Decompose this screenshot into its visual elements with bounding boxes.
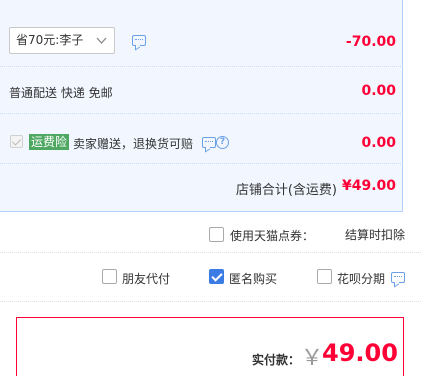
divider xyxy=(0,301,421,302)
chevron-down-icon xyxy=(96,28,107,62)
divider xyxy=(0,113,403,114)
message-icon[interactable] xyxy=(202,137,216,148)
divider xyxy=(0,163,403,164)
shipping-insurance-badge: 运费险 xyxy=(29,134,70,150)
points-checkbox[interactable] xyxy=(209,227,224,242)
help-icon[interactable]: ? xyxy=(216,136,229,149)
friend-pay-checkbox[interactable] xyxy=(102,269,117,284)
shop-subtotal-label: 店铺合计(含运费) xyxy=(235,183,337,198)
message-icon[interactable] xyxy=(132,35,146,46)
total-label: 实付款： xyxy=(252,353,301,367)
anonymous-purchase-label: 匿名购买 xyxy=(229,272,278,286)
divider xyxy=(0,66,403,67)
coupon-select[interactable]: 省70元:李子 xyxy=(9,27,115,54)
coupon-discount: -70.00 xyxy=(345,34,396,50)
message-icon[interactable] xyxy=(391,272,405,283)
installment-checkbox[interactable] xyxy=(317,269,332,284)
anonymous-purchase-checkbox[interactable] xyxy=(209,269,224,284)
insurance-description: 卖家赠送，退换货可赔 xyxy=(73,137,194,151)
total-payment-box: 实付款： ￥ 49.00 xyxy=(16,317,404,376)
installment-label: 花呗分期 xyxy=(337,272,386,286)
shop-order-panel: 省70元:李子 -70.00 普通配送 快递 免邮 0.00 运费险 卖家赠送，… xyxy=(0,0,403,212)
friend-pay-label: 朋友代付 xyxy=(122,272,171,286)
shop-subtotal-value: ¥49.00 xyxy=(341,178,396,194)
points-label: 使用天猫点券： xyxy=(230,229,315,243)
insurance-checkbox xyxy=(10,135,23,148)
shipping-method: 普通配送 快递 免邮 xyxy=(9,86,113,100)
total-amount: 49.00 xyxy=(322,339,398,367)
currency-symbol: ￥ xyxy=(301,346,324,371)
divider xyxy=(0,252,421,253)
points-note: 结算时扣除 xyxy=(345,228,406,242)
shipping-fee: 0.00 xyxy=(361,83,396,99)
insurance-fee: 0.00 xyxy=(361,135,396,151)
coupon-select-value: 省70元:李子 xyxy=(16,33,84,47)
